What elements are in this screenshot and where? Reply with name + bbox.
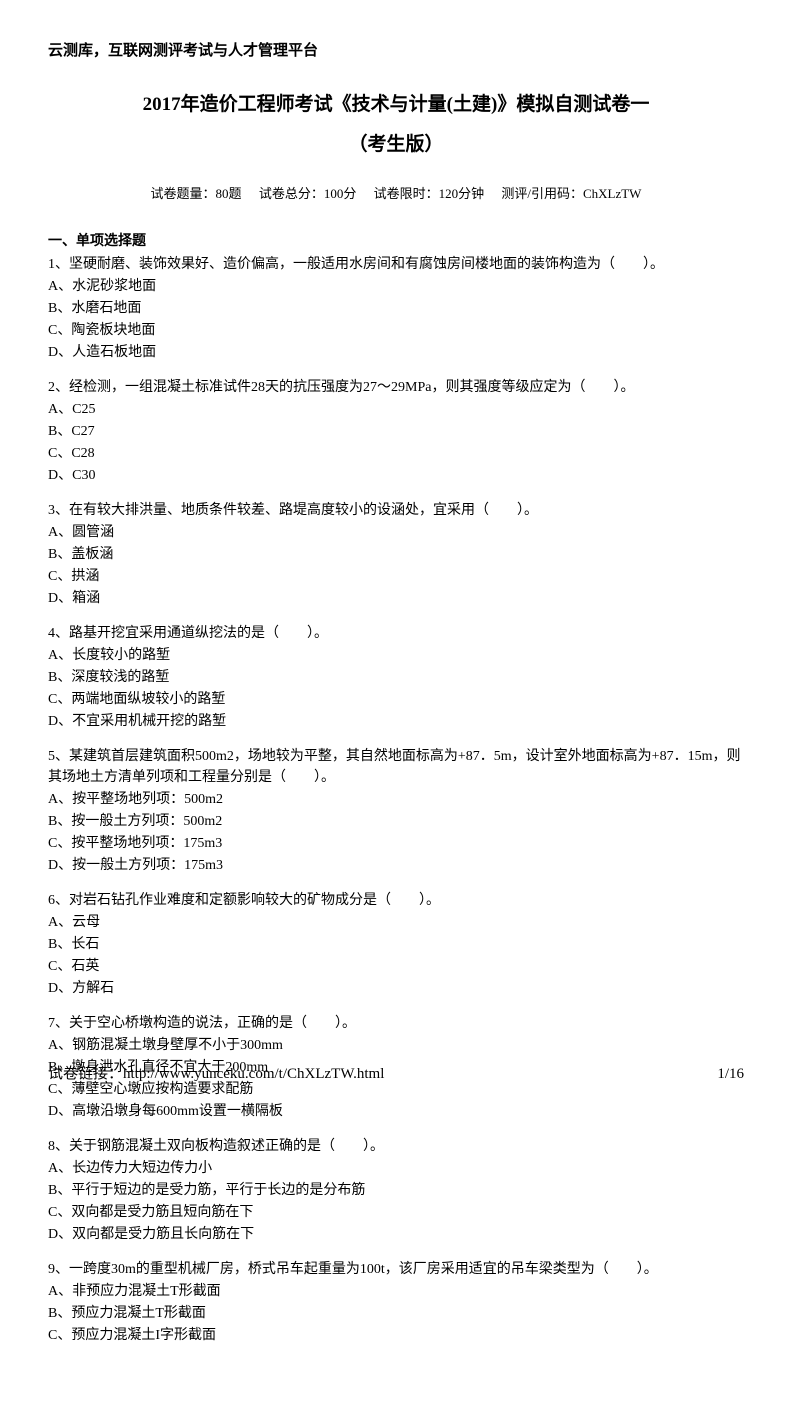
- question-text: 4、路基开挖宜采用通道纵挖法的是（ ）。: [48, 623, 744, 644]
- question-text: 2、经检测，一组混凝土标准试件28天的抗压强度为27～29MPa，则其强度等级应…: [48, 377, 744, 398]
- question: 8、关于钢筋混凝土双向板构造叙述正确的是（ ）。A、长边传力大短边传力小B、平行…: [48, 1136, 744, 1245]
- question: 1、坚硬耐磨、装饰效果好、造价偏高，一般适用水房间和有腐蚀房间楼地面的装饰构造为…: [48, 254, 744, 363]
- question-text: 5、某建筑首层建筑面积500m2，场地较为平整，其自然地面标高为+87．5m，设…: [48, 746, 744, 788]
- exam-subtitle: （考生版）: [48, 131, 744, 160]
- question-option: C、C28: [48, 443, 744, 464]
- question-option: C、石英: [48, 956, 744, 977]
- question-option: C、陶瓷板块地面: [48, 320, 744, 341]
- question-option: D、箱涵: [48, 588, 744, 609]
- question-option: C、双向都是受力筋且短向筋在下: [48, 1202, 744, 1223]
- question: 5、某建筑首层建筑面积500m2，场地较为平整，其自然地面标高为+87．5m，设…: [48, 746, 744, 876]
- footer-page: 1/16: [717, 1063, 744, 1086]
- question-text: 9、一跨度30m的重型机械厂房，桥式吊车起重量为100t，该厂房采用适宜的吊车梁…: [48, 1259, 744, 1280]
- meta-score: 试卷总分：100分: [259, 186, 357, 201]
- question-option: A、云母: [48, 912, 744, 933]
- meta-count: 试卷题量：80题: [151, 186, 242, 201]
- question: 3、在有较大排洪量、地质条件较差、路堤高度较小的设涵处，宜采用（ ）。A、圆管涵…: [48, 500, 744, 609]
- meta-time: 试卷限时：120分钟: [374, 186, 485, 201]
- question-option: C、两端地面纵坡较小的路堑: [48, 689, 744, 710]
- footer-link: 试卷链接：http://www.yunceku.com/t/ChXLzTW.ht…: [48, 1063, 384, 1086]
- question-option: C、拱涵: [48, 566, 744, 587]
- question: 6、对岩石钻孔作业难度和定额影响较大的矿物成分是（ ）。A、云母B、长石C、石英…: [48, 890, 744, 999]
- section-title: 一、单项选择题: [48, 231, 744, 252]
- question-text: 8、关于钢筋混凝土双向板构造叙述正确的是（ ）。: [48, 1136, 744, 1157]
- question-option: A、钢筋混凝土墩身壁厚不小于300mm: [48, 1035, 744, 1056]
- question-option: A、按平整场地列项：500m2: [48, 789, 744, 810]
- question-option: D、方解石: [48, 978, 744, 999]
- question-option: D、人造石板地面: [48, 342, 744, 363]
- question-option: A、非预应力混凝土T形截面: [48, 1281, 744, 1302]
- question-option: D、双向都是受力筋且长向筋在下: [48, 1224, 744, 1245]
- question-option: B、按一般土方列项：500m2: [48, 811, 744, 832]
- exam-meta: 试卷题量：80题 试卷总分：100分 试卷限时：120分钟 测评/引用码：ChX…: [48, 184, 744, 204]
- question-option: A、C25: [48, 399, 744, 420]
- question: 2、经检测，一组混凝土标准试件28天的抗压强度为27～29MPa，则其强度等级应…: [48, 377, 744, 486]
- question-option: D、按一般土方列项：175m3: [48, 855, 744, 876]
- question-option: D、高墩沿墩身每600mm设置一横隔板: [48, 1101, 744, 1122]
- exam-title: 2017年造价工程师考试《技术与计量(土建)》模拟自测试卷一: [48, 91, 744, 120]
- question-option: B、水磨石地面: [48, 298, 744, 319]
- question-option: A、长度较小的路堑: [48, 645, 744, 666]
- question: 9、一跨度30m的重型机械厂房，桥式吊车起重量为100t，该厂房采用适宜的吊车梁…: [48, 1259, 744, 1346]
- question-option: B、C27: [48, 421, 744, 442]
- question-option: B、长石: [48, 934, 744, 955]
- question-option: B、盖板涵: [48, 544, 744, 565]
- page-footer: 试卷链接：http://www.yunceku.com/t/ChXLzTW.ht…: [48, 1063, 744, 1086]
- question-option: A、长边传力大短边传力小: [48, 1158, 744, 1179]
- question-text: 3、在有较大排洪量、地质条件较差、路堤高度较小的设涵处，宜采用（ ）。: [48, 500, 744, 521]
- question-option: C、预应力混凝土I字形截面: [48, 1325, 744, 1346]
- question-option: A、圆管涵: [48, 522, 744, 543]
- question-option: D、不宜采用机械开挖的路堑: [48, 711, 744, 732]
- question-option: C、按平整场地列项：175m3: [48, 833, 744, 854]
- question-text: 1、坚硬耐磨、装饰效果好、造价偏高，一般适用水房间和有腐蚀房间楼地面的装饰构造为…: [48, 254, 744, 275]
- question-option: B、平行于短边的是受力筋，平行于长边的是分布筋: [48, 1180, 744, 1201]
- question-option: A、水泥砂浆地面: [48, 276, 744, 297]
- question-text: 7、关于空心桥墩构造的说法，正确的是（ ）。: [48, 1013, 744, 1034]
- question-option: B、预应力混凝土T形截面: [48, 1303, 744, 1324]
- meta-code: 测评/引用码：ChXLzTW: [501, 186, 641, 201]
- question-option: B、深度较浅的路堑: [48, 667, 744, 688]
- question-option: D、C30: [48, 465, 744, 486]
- question: 4、路基开挖宜采用通道纵挖法的是（ ）。A、长度较小的路堑B、深度较浅的路堑C、…: [48, 623, 744, 732]
- page-header: 云测库，互联网测评考试与人才管理平台: [48, 40, 744, 63]
- question-text: 6、对岩石钻孔作业难度和定额影响较大的矿物成分是（ ）。: [48, 890, 744, 911]
